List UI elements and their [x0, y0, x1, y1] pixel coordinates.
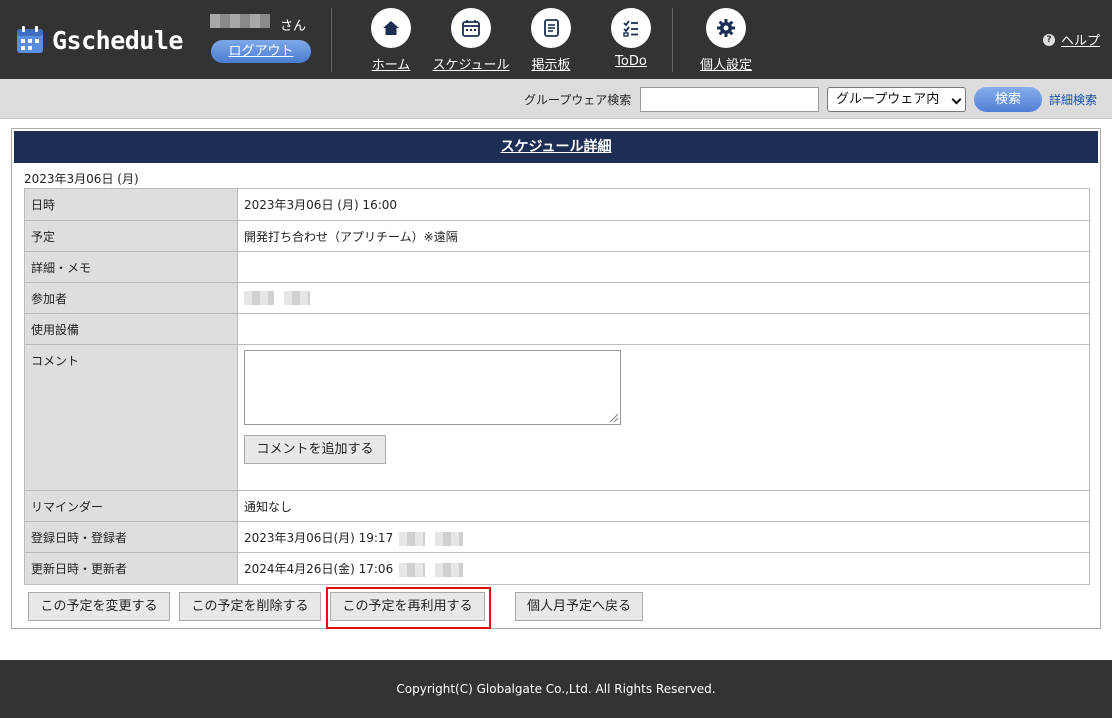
table-row: 詳細・メモ [24, 251, 1090, 283]
row-label: 日時 [24, 188, 238, 221]
nav-todo-label: ToDo [615, 54, 647, 69]
schedule-detail-table: 日時 2023年3月06日 (月) 16:00 予定 開発打ち合わせ（アプリチー… [24, 188, 1090, 585]
row-value [237, 251, 1090, 283]
app-footer: Copyright(C) Globalgate Co.,Ltd. All Rig… [0, 660, 1112, 718]
row-value: 通知なし [237, 490, 1090, 522]
comment-textarea[interactable] [244, 350, 621, 425]
search-label: グループウェア検索 [524, 93, 632, 107]
help-label: ヘルプ [1060, 34, 1100, 49]
participant-redacted [244, 290, 274, 305]
comment-cell: コメントを追加する [237, 344, 1090, 491]
table-row: 登録日時・登録者 2023年3月06日(月) 19:17 [24, 521, 1090, 553]
schedule-detail-panel: スケジュール詳細 2023年3月06日 (月) 日時 2023年3月06日 (月… [11, 128, 1101, 629]
nav-personal-settings-label: 個人設定 [699, 58, 752, 73]
app-header: Gschedule さん ログアウト ホーム スケジュール 掲示板 ToDo 個… [0, 0, 1112, 79]
table-row: 参加者 [24, 282, 1090, 314]
nav-bulletin-board[interactable]: 掲示板 [511, 8, 591, 73]
table-row: 予定 開発打ち合わせ（アプリチーム）※遠隔 [24, 220, 1090, 252]
updater-redacted [399, 562, 426, 577]
nav-personal-settings[interactable]: 個人設定 [686, 8, 766, 73]
registered-datetime: 2023年3月06日(月) 19:17 [244, 531, 394, 545]
header-divider [331, 8, 332, 72]
resize-grip-icon[interactable] [610, 414, 618, 422]
gear-icon [706, 8, 746, 48]
help-icon: ? [1042, 33, 1055, 46]
row-label: 使用設備 [24, 313, 238, 345]
chevron-down-icon [951, 94, 962, 105]
updater-redacted [434, 562, 463, 577]
search-scope-select[interactable]: グループウェア内 [827, 87, 966, 112]
table-row: 使用設備 [24, 313, 1090, 345]
app-name: Gschedule [52, 25, 183, 55]
detail-search-link[interactable]: 詳細検索 [1049, 91, 1097, 108]
todo-list-icon [611, 8, 651, 48]
table-row: 更新日時・更新者 2024年4月26日(金) 17:06 [24, 552, 1090, 585]
calendar-logo-icon [17, 26, 43, 53]
highlight-frame [326, 587, 491, 629]
registrant-redacted [434, 531, 463, 546]
search-scope-value: グループウェア内 [836, 92, 940, 107]
user-name-redacted [210, 14, 270, 28]
row-label: リマインダー [24, 490, 238, 522]
row-label: コメント [24, 344, 238, 491]
back-to-monthly-button[interactable]: 個人月予定へ戻る [515, 592, 643, 621]
search-button[interactable]: 検索 [974, 87, 1042, 112]
nav-todo[interactable]: ToDo [591, 8, 671, 69]
row-label: 詳細・メモ [24, 251, 238, 283]
bulletin-board-icon [531, 8, 571, 48]
search-bar: グループウェア検索 グループウェア内 検索 詳細検索 [0, 79, 1112, 119]
table-row: コメント コメントを追加する [24, 344, 1090, 491]
registrant-redacted [399, 531, 426, 546]
nav-home-label: ホーム [371, 58, 411, 73]
row-value: 開発打ち合わせ（アプリチーム）※遠隔 [237, 220, 1090, 252]
table-row: 日時 2023年3月06日 (月) 16:00 [24, 188, 1090, 221]
participant-redacted [283, 290, 310, 305]
nav-home[interactable]: ホーム [351, 8, 431, 73]
row-value [237, 282, 1090, 314]
calendar-icon [451, 8, 491, 48]
search-input[interactable] [640, 87, 819, 112]
row-label: 登録日時・登録者 [24, 521, 238, 553]
help-link[interactable]: ? ヘルプ [1042, 30, 1100, 49]
date-caption: 2023年3月06日 (月) [24, 172, 139, 186]
logout-button[interactable]: ログアウト [211, 40, 311, 63]
row-value: 2024年4月26日(金) 17:06 [237, 552, 1090, 585]
delete-schedule-button[interactable]: この予定を削除する [179, 592, 321, 621]
app-logo[interactable]: Gschedule [16, 24, 183, 56]
header-divider [672, 8, 673, 72]
row-value [237, 313, 1090, 345]
panel-title: スケジュール詳細 [14, 131, 1098, 163]
add-comment-button[interactable]: コメントを追加する [244, 435, 386, 464]
nav-bulletin-board-label: 掲示板 [531, 58, 571, 73]
nav-schedule-label: スケジュール [432, 58, 510, 73]
row-label: 参加者 [24, 282, 238, 314]
home-icon [371, 8, 411, 48]
copyright-text: Copyright(C) Globalgate Co.,Ltd. All Rig… [396, 682, 716, 696]
row-label: 予定 [24, 220, 238, 252]
table-row: リマインダー 通知なし [24, 490, 1090, 522]
nav-schedule[interactable]: スケジュール [431, 8, 511, 73]
row-value: 2023年3月06日(月) 19:17 [237, 521, 1090, 553]
user-suffix: さん [280, 19, 307, 34]
updated-datetime: 2024年4月26日(金) 17:06 [244, 562, 394, 576]
row-label: 更新日時・更新者 [24, 552, 238, 585]
edit-schedule-button[interactable]: この予定を変更する [28, 592, 170, 621]
row-value: 2023年3月06日 (月) 16:00 [237, 188, 1090, 221]
